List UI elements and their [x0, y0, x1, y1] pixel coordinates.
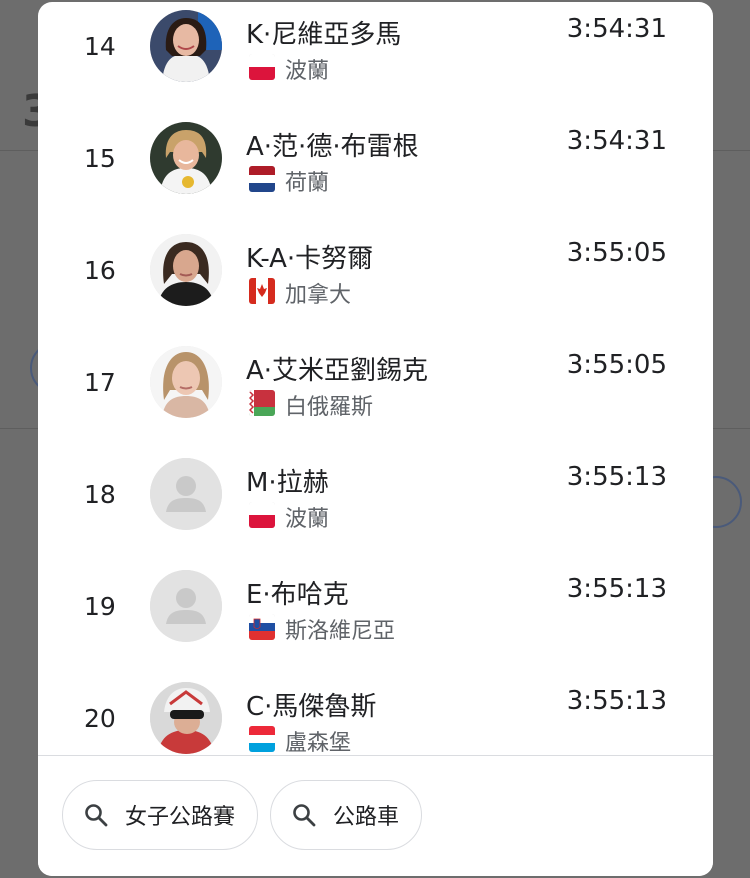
athlete-name[interactable]: M·拉赫 — [246, 462, 329, 499]
finish-time: 3:55:13 — [566, 462, 667, 492]
rank-number: 19 — [84, 592, 116, 621]
rank-number: 15 — [84, 144, 116, 173]
athlete-name[interactable]: A·艾米亞劉錫克 — [246, 350, 428, 387]
country-name: 荷蘭 — [285, 171, 330, 196]
athlete-photo — [150, 10, 222, 82]
rank-number: 16 — [84, 256, 116, 285]
poland-flag-icon — [249, 54, 275, 80]
slovenia-flag-icon — [249, 614, 275, 640]
related-search-chip-road-bike[interactable]: 公路車 — [270, 780, 423, 850]
related-search-chip-women-road-race[interactable]: 女子公路賽 — [62, 780, 259, 850]
athlete-name[interactable]: K-A·卡努爾 — [246, 238, 373, 275]
result-row-17[interactable]: 17 A·艾米亞劉錫克 3:55:05 白俄羅斯 — [38, 342, 713, 454]
netherlands-flag-icon — [249, 166, 275, 192]
luxembourg-flag-icon — [249, 726, 275, 752]
athlete-name[interactable]: K·尼維亞多馬 — [246, 14, 401, 51]
athlete-photo — [150, 682, 222, 754]
finish-time: 3:55:13 — [566, 686, 667, 716]
country-name: 白俄羅斯 — [285, 395, 374, 420]
person-placeholder-icon — [150, 570, 222, 642]
country-name: 加拿大 — [285, 283, 352, 308]
finish-time: 3:55:05 — [566, 350, 667, 380]
finish-time: 3:55:05 — [566, 238, 667, 268]
athlete-photo — [150, 234, 222, 306]
results-sheet: 14 K·尼維亞多馬 3:54:31 波蘭 15 A·范·德·布雷根 3:54:… — [38, 2, 713, 876]
rank-number: 14 — [84, 32, 116, 61]
chip-label: 女子公路賽 — [125, 805, 236, 830]
country-name: 盧森堡 — [285, 731, 352, 755]
result-row-16[interactable]: 16 K-A·卡努爾 3:55:05 加拿大 — [38, 230, 713, 342]
country-name: 波蘭 — [285, 507, 330, 532]
belarus-flag-icon — [249, 390, 275, 416]
result-row-15[interactable]: 15 A·范·德·布雷根 3:54:31 荷蘭 — [38, 118, 713, 230]
finish-time: 3:55:13 — [566, 574, 667, 604]
rank-number: 18 — [84, 480, 116, 509]
result-row-18[interactable]: 18 M·拉赫 3:55:13 波蘭 — [38, 454, 713, 566]
country-name: 波蘭 — [285, 59, 330, 84]
athlete-photo — [150, 346, 222, 418]
athlete-name[interactable]: A·范·德·布雷根 — [246, 126, 419, 163]
search-icon — [291, 802, 317, 828]
athlete-name[interactable]: E·布哈克 — [246, 574, 349, 611]
results-list[interactable]: 14 K·尼維亞多馬 3:54:31 波蘭 15 A·范·德·布雷根 3:54:… — [38, 2, 713, 755]
rank-number: 20 — [84, 704, 116, 733]
rank-number: 17 — [84, 368, 116, 397]
finish-time: 3:54:31 — [566, 126, 667, 156]
result-row-14[interactable]: 14 K·尼維亞多馬 3:54:31 波蘭 — [38, 6, 713, 118]
poland-flag-icon — [249, 502, 275, 528]
canada-flag-icon — [249, 278, 275, 304]
athlete-photo — [150, 122, 222, 194]
finish-time: 3:54:31 — [566, 14, 667, 44]
related-search-chips: 女子公路賽 公路車 — [38, 756, 713, 876]
result-row-20[interactable]: 20 C·馬傑魯斯 3:55:13 盧森堡 — [38, 678, 713, 755]
result-row-19[interactable]: 19 E·布哈克 3:55:13 斯洛維尼亞 — [38, 566, 713, 678]
country-name: 斯洛維尼亞 — [285, 619, 396, 644]
person-placeholder-icon — [150, 458, 222, 530]
chip-label: 公路車 — [333, 805, 400, 830]
search-icon — [83, 802, 109, 828]
athlete-name[interactable]: C·馬傑魯斯 — [246, 686, 376, 723]
